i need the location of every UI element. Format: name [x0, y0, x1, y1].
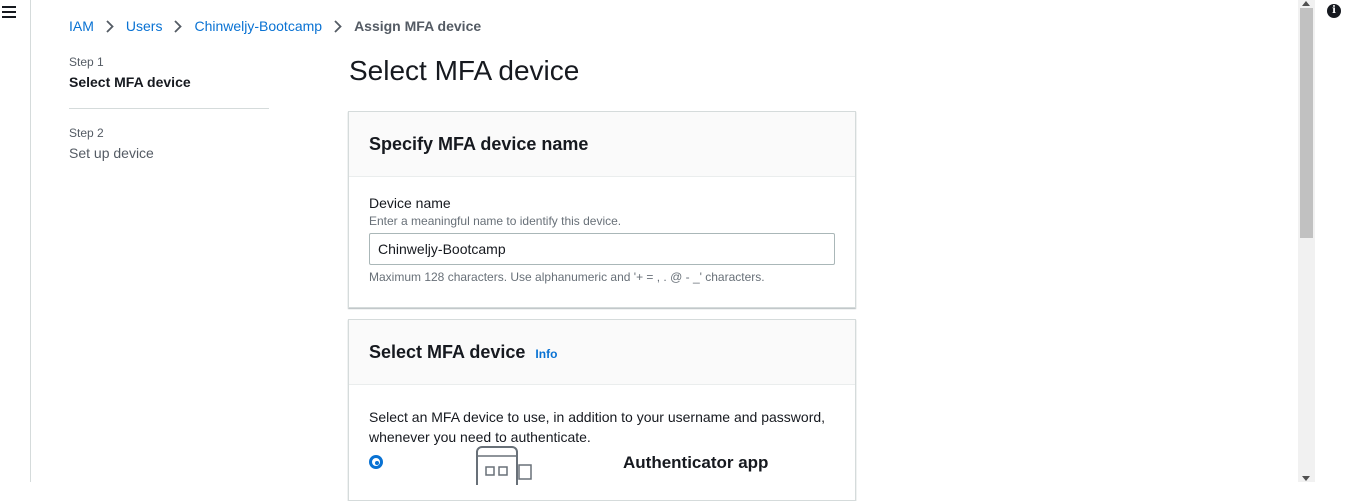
step-title[interactable]: Set up device	[69, 145, 269, 161]
breadcrumb-link-iam[interactable]: IAM	[69, 18, 94, 34]
wizard-steps: Step 1 Select MFA device Step 2 Set up d…	[69, 55, 269, 161]
select-mfa-device-panel: Select MFA device Info Select an MFA dev…	[348, 319, 856, 501]
device-name-input[interactable]	[369, 233, 835, 265]
step-label: Step 1	[69, 55, 104, 69]
device-name-label: Device name	[369, 195, 451, 211]
panel-title: Select MFA device	[369, 341, 526, 362]
side-navigation-rail	[0, 0, 31, 482]
panel-header: Select MFA device Info	[349, 320, 855, 385]
step-2: Step 2 Set up device	[69, 126, 269, 161]
panel-title: Specify MFA device name	[369, 133, 589, 154]
chevron-right-icon	[106, 19, 114, 33]
panel-body: Select an MFA device to use, in addition…	[349, 385, 855, 498]
step-label: Step 2	[69, 126, 104, 140]
option-title: Authenticator app	[623, 453, 769, 472]
device-name-panel: Specify MFA device name Device name Ente…	[348, 111, 856, 308]
info-icon[interactable]: i	[1327, 4, 1341, 18]
device-name-constraint: Maximum 128 characters. Use alphanumeric…	[369, 270, 765, 284]
vertical-scrollbar[interactable]	[1298, 0, 1315, 482]
breadcrumb-link-user[interactable]: Chinweljy-Bootcamp	[194, 18, 322, 34]
step-1: Step 1 Select MFA device	[69, 55, 269, 90]
panel-header: Specify MFA device name	[349, 112, 855, 177]
page-title: Select MFA device	[349, 55, 580, 86]
breadcrumb-current: Assign MFA device	[354, 18, 482, 34]
mfa-option-authenticator-app[interactable]: Authenticator app	[369, 446, 835, 498]
hamburger-menu-icon[interactable]	[2, 6, 16, 18]
phone-qr-icon	[475, 445, 535, 498]
chevron-right-icon	[334, 19, 342, 33]
panel-body: Device name Enter a meaningful name to i…	[349, 177, 855, 284]
device-name-description: Enter a meaningful name to identify this…	[369, 214, 622, 228]
scroll-down-arrow-icon[interactable]	[1302, 476, 1310, 481]
chevron-right-icon	[174, 19, 183, 33]
scrollbar-thumb[interactable]	[1300, 8, 1313, 238]
scroll-up-arrow-icon[interactable]	[1302, 1, 1310, 6]
mfa-description: Select an MFA device to use, in addition…	[369, 409, 826, 445]
breadcrumb: IAM Users Chinweljy-Bootcamp Assign MFA …	[69, 16, 481, 36]
step-divider	[69, 108, 269, 109]
breadcrumb-link-users[interactable]: Users	[126, 18, 163, 34]
info-link[interactable]: Info	[535, 347, 557, 361]
step-title: Select MFA device	[69, 74, 191, 90]
authenticator-app-radio[interactable]	[369, 455, 383, 469]
